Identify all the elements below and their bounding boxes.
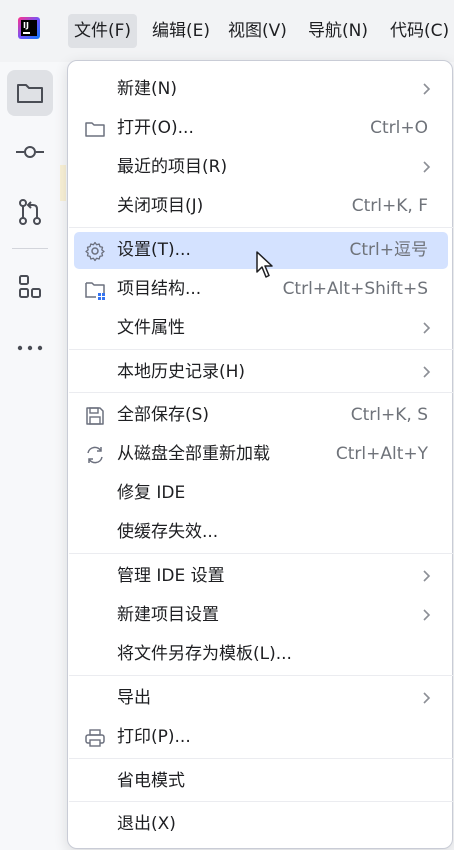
menu-item-local-history[interactable]: 本地历史记录(H) [74, 354, 448, 391]
menu-item-new[interactable]: 新建(N) [74, 71, 448, 108]
logo-text: IJ [23, 21, 29, 30]
shortcut-label: Ctrl+K, S [350, 405, 428, 425]
pull-requests-icon[interactable] [7, 189, 53, 235]
chevron-right-icon [423, 322, 431, 334]
project-structure-icon [85, 282, 105, 300]
menu-item-reload-from-disk[interactable]: 从磁盘全部重新加载 Ctrl+Alt+Y [74, 436, 448, 473]
menu-item-label: 从磁盘全部重新加载 [117, 444, 270, 464]
menu-item-export[interactable]: 导出 [74, 680, 448, 717]
menu-item-label: 设置(T)... [117, 240, 191, 260]
menu-item-label: 将文件另存为模板(L)... [117, 644, 292, 664]
menu-separator [69, 675, 453, 676]
menu-item-label: 导出 [117, 688, 151, 708]
menu-item-power-save-mode[interactable]: 省电模式 [74, 763, 448, 800]
menu-separator [69, 758, 453, 759]
menu-item-label: 退出(X) [117, 814, 176, 834]
menu-item-recent-projects[interactable]: 最近的项目(R) [74, 149, 448, 186]
menu-item-label: 打开(O)... [117, 118, 194, 138]
menu-item-label: 使缓存失效... [117, 522, 219, 542]
structure-icon[interactable] [7, 264, 53, 310]
more-icon[interactable] [7, 325, 53, 371]
menu-item-label: 文件属性 [117, 318, 185, 338]
main-menu-bar: IJ 文件(F) 编辑(E) 视图(V) 导航(N) 代码(C) [0, 0, 454, 62]
menu-edit[interactable]: 编辑(E) [146, 14, 216, 48]
menu-item-invalidate-caches[interactable]: 使缓存失效... [74, 514, 448, 551]
folder-icon [85, 122, 105, 137]
menu-separator [69, 553, 453, 554]
refresh-icon [87, 446, 103, 464]
menu-separator [69, 392, 453, 393]
menu-view[interactable]: 视图(V) [222, 14, 293, 48]
chevron-right-icon [423, 83, 431, 95]
menu-item-repair-ide[interactable]: 修复 IDE [74, 475, 448, 512]
mouse-cursor-icon [256, 251, 273, 278]
menu-separator [69, 349, 453, 350]
menu-item-label: 新建项目设置 [117, 605, 219, 625]
menu-item-print[interactable]: 打印(P)... [74, 719, 448, 756]
chevron-right-icon [423, 609, 431, 621]
shortcut-label: Ctrl+O [370, 118, 428, 138]
menu-item-label: 管理 IDE 设置 [117, 566, 225, 586]
chevron-right-icon [423, 161, 431, 173]
save-icon [86, 407, 104, 425]
menu-item-exit[interactable]: 退出(X) [74, 806, 448, 843]
menu-item-label: 省电模式 [117, 771, 185, 791]
shortcut-label: Ctrl+逗号 [349, 240, 429, 260]
menu-item-label: 新建(N) [117, 79, 177, 99]
menu-item-open[interactable]: 打开(O)... Ctrl+O [74, 110, 448, 147]
chevron-right-icon [423, 692, 431, 704]
printer-icon [85, 729, 105, 747]
menu-item-save-as-template[interactable]: 将文件另存为模板(L)... [74, 636, 448, 673]
project-folder-icon[interactable] [7, 70, 53, 116]
menu-item-close-project[interactable]: 关闭项目(J) Ctrl+K, F [74, 188, 448, 225]
menu-item-manage-ide-settings[interactable]: 管理 IDE 设置 [74, 558, 448, 595]
menu-code[interactable]: 代码(C) [384, 14, 454, 48]
gear-icon [85, 241, 105, 262]
menu-item-file-properties[interactable]: 文件属性 [74, 310, 448, 347]
tool-window-strip [0, 62, 60, 850]
menu-item-label: 本地历史记录(H) [117, 362, 246, 382]
menu-item-label: 打印(P)... [117, 727, 191, 747]
menu-item-save-all[interactable]: 全部保存(S) Ctrl+K, S [74, 397, 448, 434]
menu-item-label: 关闭项目(J) [117, 196, 204, 216]
menu-item-new-project-settings[interactable]: 新建项目设置 [74, 597, 448, 634]
chevron-right-icon [423, 570, 431, 582]
menu-navigate[interactable]: 导航(N) [302, 14, 374, 48]
intellij-logo-icon[interactable]: IJ [18, 17, 40, 39]
shortcut-label: Ctrl+Alt+Y [335, 444, 428, 464]
menu-item-label: 修复 IDE [117, 483, 186, 503]
shortcut-label: Ctrl+K, F [351, 196, 428, 216]
menu-separator [69, 227, 453, 228]
menu-separator [69, 801, 453, 802]
editor-background [60, 165, 66, 201]
commit-icon[interactable] [7, 129, 53, 175]
tool-separator [12, 248, 48, 249]
chevron-right-icon [423, 366, 431, 378]
menu-item-label: 项目结构... [117, 279, 202, 299]
shortcut-label: Ctrl+Alt+Shift+S [282, 279, 428, 299]
menu-item-label: 全部保存(S) [117, 405, 210, 425]
file-menu-dropdown: 新建(N) 打开(O)... Ctrl+O 最近的项目(R) 关闭项目(J) C… [67, 60, 453, 849]
menu-file[interactable]: 文件(F) [68, 14, 138, 48]
menu-item-label: 最近的项目(R) [117, 157, 228, 177]
